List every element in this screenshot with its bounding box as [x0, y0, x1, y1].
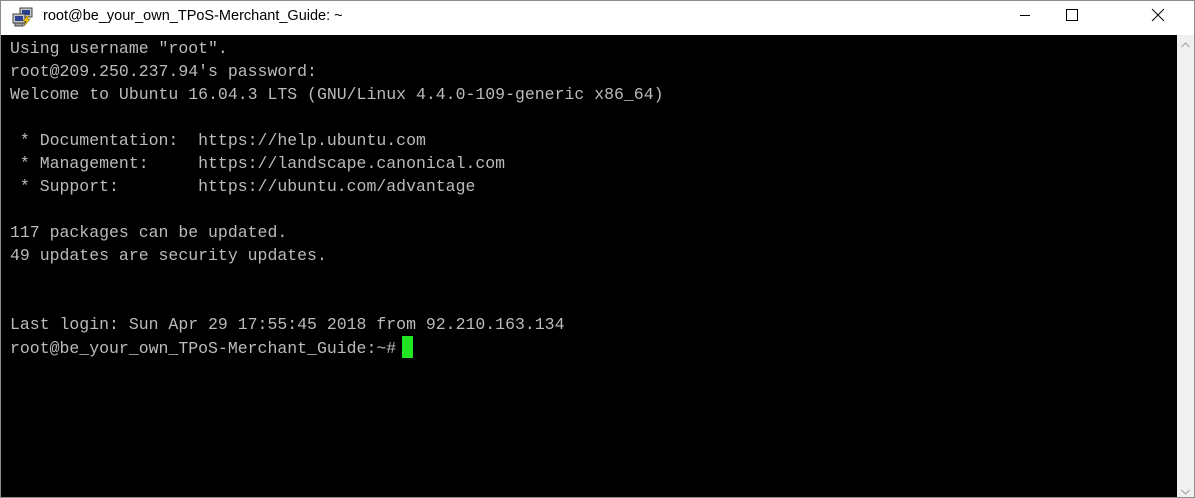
- terminal-line: 49 updates are security updates.: [10, 246, 327, 265]
- shell-prompt: root@be_your_own_TPoS-Merchant_Guide:~#: [10, 339, 397, 358]
- terminal-line: Using username "root".: [10, 39, 228, 58]
- scroll-down-button[interactable]: [1177, 482, 1194, 498]
- close-button[interactable]: [1135, 1, 1181, 33]
- scroll-up-button[interactable]: [1177, 35, 1194, 52]
- terminal-line: * Documentation: https://help.ubuntu.com: [10, 131, 426, 150]
- minimize-icon: [1019, 8, 1031, 26]
- window-title: root@be_your_own_TPoS-Merchant_Guide: ~: [43, 8, 343, 24]
- prompt-line[interactable]: root@be_your_own_TPoS-Merchant_Guide:~#: [10, 336, 1177, 359]
- putty-window: root@be_your_own_TPoS-Merchant_Guide: ~ …: [0, 0, 1195, 498]
- terminal-line: * Management: https://landscape.canonica…: [10, 154, 506, 173]
- vertical-scrollbar[interactable]: [1177, 35, 1194, 498]
- title-bar[interactable]: root@be_your_own_TPoS-Merchant_Guide: ~: [1, 1, 1194, 33]
- close-icon: [1151, 8, 1165, 27]
- terminal-line: 117 packages can be updated.: [10, 223, 288, 242]
- terminal-line: Welcome to Ubuntu 16.04.3 LTS (GNU/Linux…: [10, 85, 664, 104]
- terminal-cursor: [402, 336, 414, 358]
- maximize-button[interactable]: [1049, 1, 1095, 33]
- terminal-line: * Support: https://ubuntu.com/advantage: [10, 177, 476, 196]
- putty-icon[interactable]: [12, 7, 34, 27]
- terminal-output[interactable]: Using username "root". root@209.250.237.…: [1, 35, 1177, 497]
- maximize-icon: [1065, 8, 1079, 27]
- scroll-up-arrow-icon: [1181, 35, 1190, 53]
- minimize-button[interactable]: [1002, 1, 1048, 33]
- scroll-down-arrow-icon: [1181, 482, 1190, 498]
- terminal-line: root@209.250.237.94's password:: [10, 62, 317, 81]
- terminal-line: Last login: Sun Apr 29 17:55:45 2018 fro…: [10, 315, 565, 334]
